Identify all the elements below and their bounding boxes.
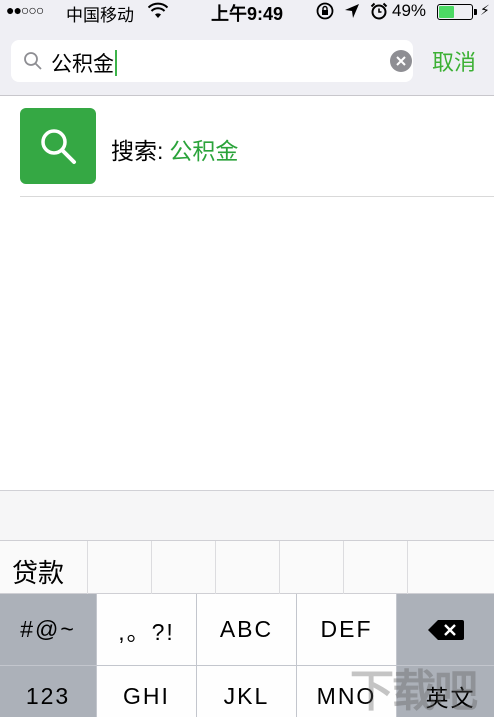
location-arrow-icon bbox=[345, 4, 359, 18]
magnifier-icon bbox=[41, 129, 76, 164]
candidate-slot bbox=[87, 541, 88, 595]
signal-strength: ●●○○○ bbox=[6, 2, 44, 18]
status-bar: ●●○○○ 中国移动 上午9:49 49% ⚡ bbox=[0, 0, 494, 25]
alarm-icon bbox=[370, 2, 388, 20]
search-suggestion-row[interactable]: 搜索: 公积金 bbox=[20, 108, 494, 197]
candidate-slot bbox=[343, 541, 344, 595]
search-header: ●●○○○ 中国移动 上午9:49 49% ⚡ 公积金 取消 bbox=[0, 0, 494, 96]
candidate-word[interactable]: 贷款 bbox=[12, 553, 64, 590]
candidate-slot bbox=[151, 541, 152, 595]
battery-fill bbox=[439, 6, 454, 18]
key-123[interactable]: 123 bbox=[0, 666, 96, 717]
search-icon bbox=[24, 52, 42, 70]
battery-icon bbox=[437, 4, 473, 20]
watermark-logo: 下载吧 bbox=[350, 667, 478, 716]
candidate-slot bbox=[407, 541, 408, 595]
key-ghi[interactable]: GHI bbox=[97, 666, 196, 717]
key-jkl[interactable]: JKL bbox=[197, 666, 296, 717]
charging-bolt-icon: ⚡ bbox=[480, 2, 490, 18]
suggestion-label: 搜索: 公积金 bbox=[111, 132, 238, 166]
cancel-button[interactable]: 取消 bbox=[432, 45, 476, 77]
clear-icon bbox=[396, 56, 406, 66]
clear-search-button[interactable] bbox=[390, 50, 412, 72]
backspace-icon bbox=[427, 619, 464, 640]
key-punctuation[interactable]: ,。?! bbox=[97, 594, 196, 665]
key-abc[interactable]: ABC bbox=[197, 594, 296, 665]
search-value[interactable]: 公积金 bbox=[51, 48, 117, 78]
rotation-lock-icon bbox=[316, 2, 334, 20]
keyboard-toolbar bbox=[0, 490, 494, 540]
candidate-slot bbox=[215, 541, 216, 595]
key-symbols[interactable]: #@~ bbox=[0, 594, 96, 665]
wifi-icon bbox=[148, 2, 168, 18]
battery-tip bbox=[474, 9, 477, 15]
carrier-name: 中国移动 bbox=[66, 6, 134, 25]
suggestion-prefix: 搜索: bbox=[111, 138, 164, 164]
suggestion-query: 公积金 bbox=[169, 138, 239, 164]
text-caret bbox=[115, 50, 117, 76]
search-tile-icon bbox=[20, 108, 96, 184]
search-input[interactable]: 公积金 bbox=[11, 40, 413, 82]
status-icons bbox=[316, 2, 388, 20]
battery-percent: 49% bbox=[392, 1, 427, 20]
status-time: 上午9:49 bbox=[211, 4, 284, 24]
candidate-bar: 贷款 bbox=[0, 540, 494, 595]
candidate-slot bbox=[279, 541, 280, 595]
